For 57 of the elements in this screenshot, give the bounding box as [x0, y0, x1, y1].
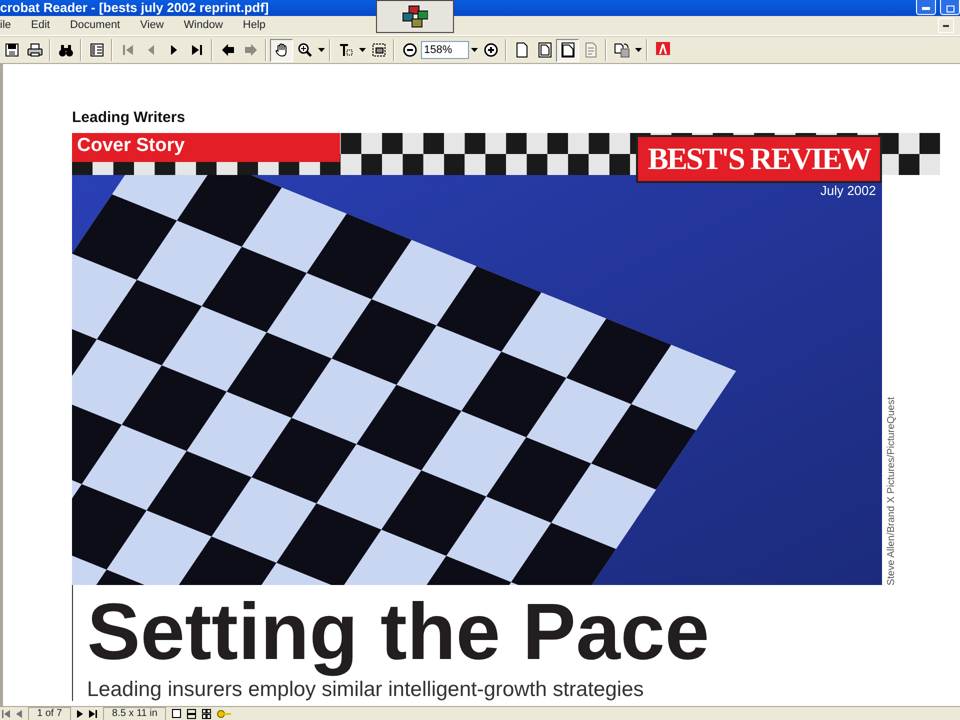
- fit-page-icon: [536, 42, 552, 58]
- article-headline: Setting the Pace: [87, 586, 710, 678]
- menu-item[interactable]: Document: [70, 17, 130, 34]
- dropdown-arrow-icon[interactable]: [316, 48, 326, 52]
- adobe-logo-icon: [654, 42, 670, 58]
- forward-arrow-icon: [242, 42, 258, 58]
- last-page-icon[interactable]: [89, 710, 98, 718]
- dropdown-arrow-icon[interactable]: [357, 48, 367, 52]
- printer-icon: [26, 42, 42, 58]
- restore-button[interactable]: [940, 0, 960, 15]
- save-icon: [4, 42, 20, 58]
- dropdown-arrow-icon[interactable]: [633, 48, 643, 52]
- reflow-icon: [582, 42, 598, 58]
- panel-icon: [88, 42, 104, 58]
- back-arrow-icon: [220, 42, 236, 58]
- fit-width-button[interactable]: [556, 38, 579, 62]
- zoom-field[interactable]: 158%: [421, 41, 469, 59]
- zoom-in-icon: [482, 42, 498, 58]
- menu-item[interactable]: Help: [242, 17, 276, 34]
- text-select-icon: [338, 42, 354, 58]
- fit-width-icon: [560, 42, 576, 58]
- magnifier-plus-icon: [296, 42, 312, 58]
- minimize-icon: [922, 7, 930, 10]
- binoculars-icon: [58, 42, 74, 58]
- page-number-field[interactable]: 1 of 7: [28, 706, 72, 720]
- first-page-icon[interactable]: [2, 710, 10, 718]
- key-icon[interactable]: [217, 710, 232, 718]
- menu-item[interactable]: Edit: [31, 17, 60, 34]
- magazine-logo: BEST'S REVIEW: [636, 135, 882, 183]
- menu-item[interactable]: View: [140, 17, 174, 34]
- minimize-button[interactable]: [916, 0, 936, 15]
- restore-icon: [946, 4, 954, 13]
- minimize-icon: [943, 24, 949, 26]
- photo-credit: Steve Allen/Brand X Pictures/PictureQuest: [885, 396, 898, 585]
- document-minimize-button[interactable]: [938, 18, 954, 33]
- cover-story-banner: Cover Story: [72, 133, 340, 162]
- rotate-pages-icon: [614, 42, 630, 58]
- previous-page-icon[interactable]: [16, 710, 22, 718]
- issue-date: July 2002: [820, 183, 876, 198]
- section-heading: Leading Writers: [72, 109, 186, 128]
- continuous-icon[interactable]: [187, 708, 196, 718]
- facing-pages-icon[interactable]: [202, 708, 212, 718]
- next-page-icon[interactable]: [77, 710, 84, 718]
- floating-panel-button[interactable]: [376, 0, 454, 33]
- snapshot-icon: [370, 42, 386, 58]
- article-subheadline: Leading insurers employ similar intelligent-growth strategies: [87, 679, 645, 701]
- hand-button[interactable]: [270, 38, 293, 62]
- hand-icon: [274, 42, 290, 58]
- zoom-out-icon: [402, 42, 418, 58]
- page-size-label: 8.5 x 11 in: [103, 706, 166, 720]
- single-page-icon[interactable]: [172, 709, 182, 718]
- colored-squares-icon: [402, 4, 428, 28]
- menu-item[interactable]: ile: [0, 17, 22, 34]
- menu-item[interactable]: Window: [184, 17, 233, 34]
- dropdown-arrow-icon[interactable]: [469, 48, 479, 52]
- page-icon: [514, 42, 530, 58]
- window-title: crobat Reader - [bests july 2002 reprint.pdf]: [0, 0, 269, 15]
